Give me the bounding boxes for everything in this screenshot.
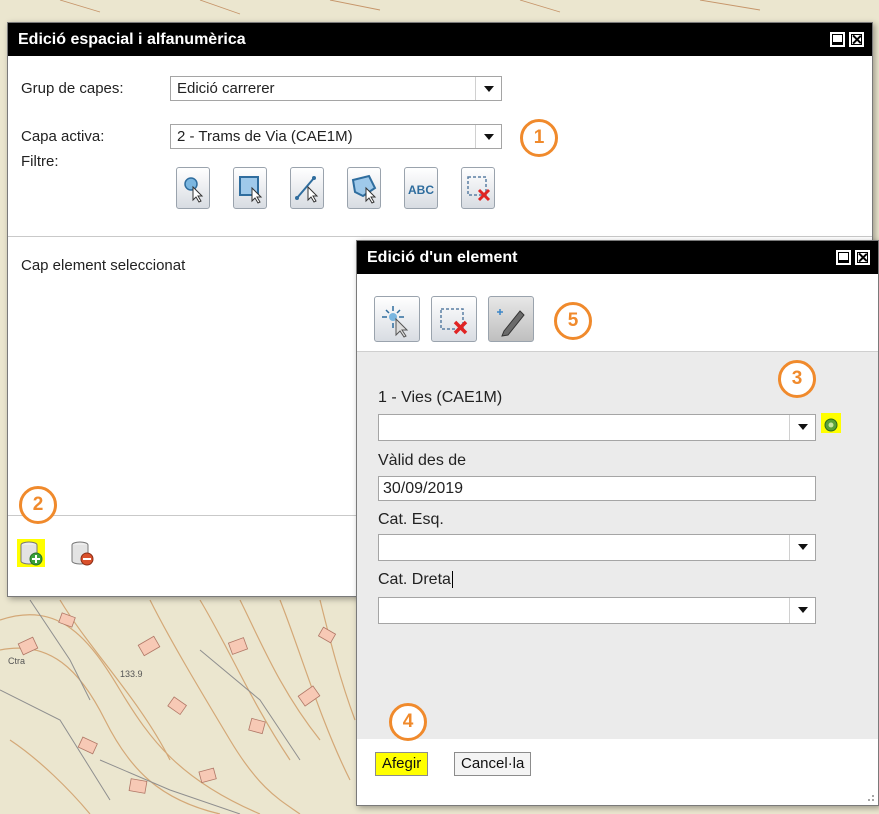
delete-selection-button[interactable] xyxy=(431,296,477,342)
element-edit-window: Edició d'un element 1 - Vies (CAE1M) Vàl… xyxy=(356,240,879,806)
section-divider xyxy=(8,236,872,237)
element-toolbar xyxy=(357,274,878,352)
close-button[interactable] xyxy=(855,250,870,265)
callout-2: 2 xyxy=(19,486,57,524)
select-element-icon xyxy=(382,306,409,338)
cat-dreta-label: Cat. Dreta xyxy=(378,571,453,589)
group-label: Grup de capes: xyxy=(21,80,124,97)
map-label-road: Ctra xyxy=(8,656,25,666)
vies-select[interactable] xyxy=(378,414,816,441)
add-element-button[interactable] xyxy=(17,539,45,567)
vies-label: 1 - Vies (CAE1M) xyxy=(378,389,503,406)
text-filter-icon: ABC xyxy=(408,183,434,197)
chevron-down-icon xyxy=(789,415,815,440)
resize-grip-icon[interactable] xyxy=(865,792,875,802)
chevron-down-icon xyxy=(789,598,815,623)
callout-1: 1 xyxy=(520,119,558,157)
add-button[interactable]: Afegir xyxy=(375,752,429,776)
database-add-icon xyxy=(20,541,43,566)
layer-label: Capa activa: xyxy=(21,128,105,145)
map-label-elevation: 133.9 xyxy=(120,669,143,679)
close-button[interactable] xyxy=(849,32,864,47)
callout-3: 3 xyxy=(778,360,816,398)
minimize-button[interactable] xyxy=(836,250,851,265)
add-vies-button[interactable] xyxy=(821,413,841,433)
valid-from-input[interactable]: 30/09/2019 xyxy=(378,476,816,501)
callout-5: 5 xyxy=(554,302,592,340)
select-point-icon xyxy=(184,177,204,203)
filter-select-line-button[interactable] xyxy=(290,167,324,209)
cancel-button[interactable]: Cancel·la xyxy=(454,752,532,776)
cat-esq-select[interactable] xyxy=(378,534,816,561)
callout-4: 4 xyxy=(389,703,427,741)
edit-draw-icon xyxy=(497,309,525,337)
filter-text-button[interactable]: ABC xyxy=(404,167,438,209)
select-line-icon xyxy=(295,176,319,203)
chevron-down-icon xyxy=(789,535,815,560)
delete-selection-icon xyxy=(440,308,468,335)
filter-select-polygon-button[interactable] xyxy=(347,167,381,209)
filter-clear-button[interactable] xyxy=(461,167,495,209)
edit-geometry-button[interactable] xyxy=(488,296,534,342)
element-footer: Afegir Cancel·la xyxy=(357,739,878,805)
cat-dreta-label-text: Cat. Dreta xyxy=(378,571,451,588)
valid-from-label: Vàlid des de xyxy=(378,452,467,469)
active-layer-select[interactable]: 2 - Trams de Via (CAE1M) xyxy=(170,124,502,149)
cat-esq-label: Cat. Esq. xyxy=(378,511,444,528)
filter-select-point-button[interactable] xyxy=(176,167,210,209)
text-cursor xyxy=(451,571,453,588)
active-layer-value: 2 - Trams de Via (CAE1M) xyxy=(177,128,353,145)
chevron-down-icon xyxy=(475,77,501,100)
remove-element-button[interactable] xyxy=(68,539,96,567)
add-circle-icon xyxy=(824,418,838,432)
group-select[interactable]: Edició carrerer xyxy=(170,76,502,101)
select-element-button[interactable] xyxy=(374,296,420,342)
element-edit-titlebar[interactable]: Edició d'un element xyxy=(357,241,878,274)
filter-select-rectangle-button[interactable] xyxy=(233,167,267,209)
select-rectangle-icon xyxy=(239,176,263,204)
chevron-down-icon xyxy=(475,125,501,148)
selection-status: Cap element seleccionat xyxy=(21,257,186,274)
group-select-value: Edició carrerer xyxy=(177,80,275,97)
minimize-button[interactable] xyxy=(830,32,845,47)
database-remove-icon xyxy=(71,541,94,566)
element-edit-title: Edició d'un element xyxy=(367,249,518,266)
filter-label: Filtre: xyxy=(21,153,59,170)
spatial-edit-titlebar[interactable]: Edició espacial i alfanumèrica xyxy=(8,23,872,56)
cat-dreta-select[interactable] xyxy=(378,597,816,624)
clear-selection-icon xyxy=(467,176,491,202)
select-polygon-icon xyxy=(351,174,377,204)
text-filter-icon-label: ABC xyxy=(408,183,434,197)
spatial-edit-title: Edició espacial i alfanumèrica xyxy=(18,31,246,48)
